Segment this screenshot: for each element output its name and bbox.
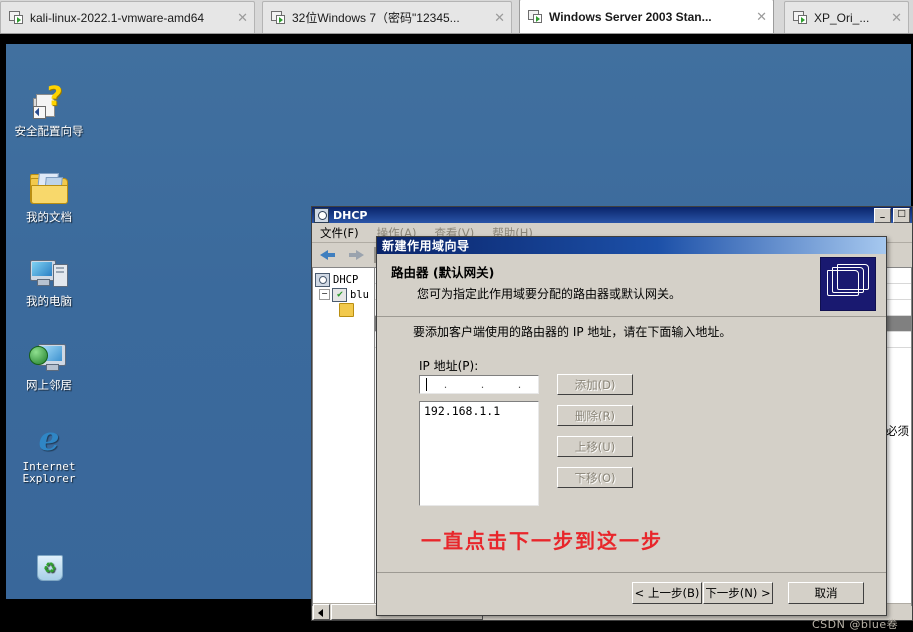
vm-tab-server2003[interactable]: Windows Server 2003 Stan... ✕	[519, 0, 774, 33]
close-icon[interactable]: ✕	[229, 11, 248, 24]
ip-address-label: IP 地址(P):	[419, 359, 479, 373]
vm-tab-label: kali-linux-2022.1-vmware-amd64	[30, 10, 205, 25]
wizard-title-label: 新建作用域向导	[382, 239, 470, 253]
dhcp-title-bar[interactable]: DHCP _ □	[312, 207, 912, 223]
wizard-page-subtitle: 您可为指定此作用域要分配的路由器或默认网关。	[417, 287, 682, 301]
internet-explorer-icon: e	[38, 419, 60, 458]
scope-folder-icon	[339, 302, 354, 317]
desktop-icon-label: 网上邻居	[26, 378, 72, 392]
desktop-icon-label: 我的电脑	[26, 294, 72, 308]
cancel-button[interactable]: 取消	[788, 582, 864, 604]
next-button[interactable]: 下一步(N) >	[703, 582, 773, 604]
ip-separator: .	[480, 378, 485, 391]
dhcp-root-icon	[315, 272, 330, 287]
menu-item-file[interactable]: 文件(F)	[320, 225, 359, 241]
tree-item-scope[interactable]	[315, 302, 372, 317]
wizard-header: 路由器 (默认网关) 您可为指定此作用域要分配的路由器或默认网关。	[377, 254, 886, 317]
wizard-body: 要添加客户端使用的路由器的 IP 地址，请在下面输入地址。 IP 地址(P): …	[377, 317, 886, 575]
my-computer-icon	[10, 256, 88, 292]
scroll-left-button[interactable]	[313, 603, 330, 620]
close-icon[interactable]: ✕	[486, 11, 505, 24]
dhcp-server-icon	[332, 287, 347, 302]
desktop-icon-recycle-bin[interactable]: ♻	[10, 552, 88, 591]
vm-tab-label: XP_Ori_...	[814, 10, 870, 25]
move-down-button[interactable]: 下移(O)	[557, 467, 633, 488]
move-up-button[interactable]: 上移(U)	[557, 436, 633, 457]
tree-item-label: DHCP	[333, 273, 359, 286]
desktop-icon-security-config-wizard[interactable]: ? 安全配置向导	[10, 83, 88, 138]
dhcp-window-title: DHCP	[333, 208, 368, 222]
vm-thumbnail-icon	[528, 9, 543, 24]
details-text: 必须	[886, 424, 909, 438]
wizard-instruction-text: 要添加客户端使用的路由器的 IP 地址，请在下面输入地址。	[413, 325, 732, 339]
vmware-tab-bar: kali-linux-2022.1-vmware-amd64 ✕ 32位Wind…	[0, 0, 913, 34]
network-places-icon	[10, 340, 88, 376]
vm-thumbnail-icon	[793, 10, 808, 25]
minimize-button[interactable]: _	[874, 207, 891, 223]
desktop-icon-my-computer[interactable]: 我的电脑	[10, 256, 88, 307]
back-button[interactable]: < 上一步(B)	[632, 582, 702, 604]
desktop-icon-label: 安全配置向导	[14, 124, 84, 138]
annotation-text: 一直点击下一步到这一步	[421, 529, 663, 553]
csdn-watermark: CSDN @blue卷	[812, 618, 899, 631]
vm-tab-kali[interactable]: kali-linux-2022.1-vmware-amd64 ✕	[0, 1, 255, 33]
router-ip-list[interactable]: 192.168.1.1	[419, 401, 539, 506]
my-documents-icon	[10, 172, 88, 208]
wizard-footer: < 上一步(B) 下一步(N) > 取消	[377, 572, 886, 615]
vm-guest-screen: ? 安全配置向导 我的文档 我的电脑 网上邻居 e Internet Explo…	[0, 34, 913, 631]
tree-item-dhcp-server[interactable]: − blu	[315, 287, 372, 302]
desktop-icon-internet-explorer[interactable]: e Internet Explorer	[10, 422, 88, 485]
recycle-bin-icon: ♻	[10, 552, 88, 588]
wizard-folders-icon	[820, 257, 876, 311]
desktop-icon-network-places[interactable]: 网上邻居	[10, 340, 88, 391]
add-button[interactable]: 添加(D)	[557, 374, 633, 395]
tree-item-label: blu	[350, 288, 369, 301]
ip-separator: .	[517, 378, 522, 391]
tree-item-dhcp-root[interactable]: DHCP	[315, 272, 372, 287]
vm-tab-label: 32位Windows 7（密码"12345...	[292, 11, 460, 25]
close-icon[interactable]: ✕	[748, 10, 767, 23]
ip-separator: .	[443, 378, 448, 391]
collapse-icon[interactable]: −	[319, 289, 330, 300]
list-item[interactable]: 192.168.1.1	[424, 404, 534, 418]
windows-desktop[interactable]: ? 安全配置向导 我的文档 我的电脑 网上邻居 e Internet Explo…	[6, 44, 913, 631]
vm-tab-label: Windows Server 2003 Stan...	[549, 9, 712, 24]
wizard-title-bar[interactable]: 新建作用域向导	[377, 237, 886, 254]
desktop-icon-label: 我的文档	[26, 210, 72, 224]
new-scope-wizard-dialog[interactable]: 新建作用域向导 路由器 (默认网关) 您可为指定此作用域要分配的路由器或默认网关…	[376, 236, 887, 616]
wizard-page-title: 路由器 (默认网关)	[391, 265, 495, 280]
vm-tab-xp[interactable]: XP_Ori_... ✕	[784, 1, 909, 33]
vm-thumbnail-icon	[271, 10, 286, 25]
remove-button[interactable]: 删除(R)	[557, 405, 633, 426]
window-controls: _ □	[874, 207, 910, 223]
back-arrow-icon[interactable]	[318, 246, 338, 264]
vm-tab-windows7[interactable]: 32位Windows 7（密码"12345... ✕	[262, 1, 512, 33]
vm-thumbnail-icon	[9, 10, 24, 25]
close-icon[interactable]: ✕	[883, 11, 902, 24]
dhcp-tree-pane[interactable]: DHCP − blu	[312, 267, 374, 606]
forward-arrow-icon[interactable]	[346, 246, 366, 264]
security-config-wizard-icon: ?	[10, 83, 88, 122]
dhcp-app-icon	[314, 207, 329, 223]
desktop-icon-my-documents[interactable]: 我的文档	[10, 172, 88, 223]
desktop-icon-label-line2: Explorer	[22, 472, 76, 485]
maximize-button[interactable]: □	[893, 207, 910, 223]
ip-address-input[interactable]: . . .	[419, 375, 539, 394]
